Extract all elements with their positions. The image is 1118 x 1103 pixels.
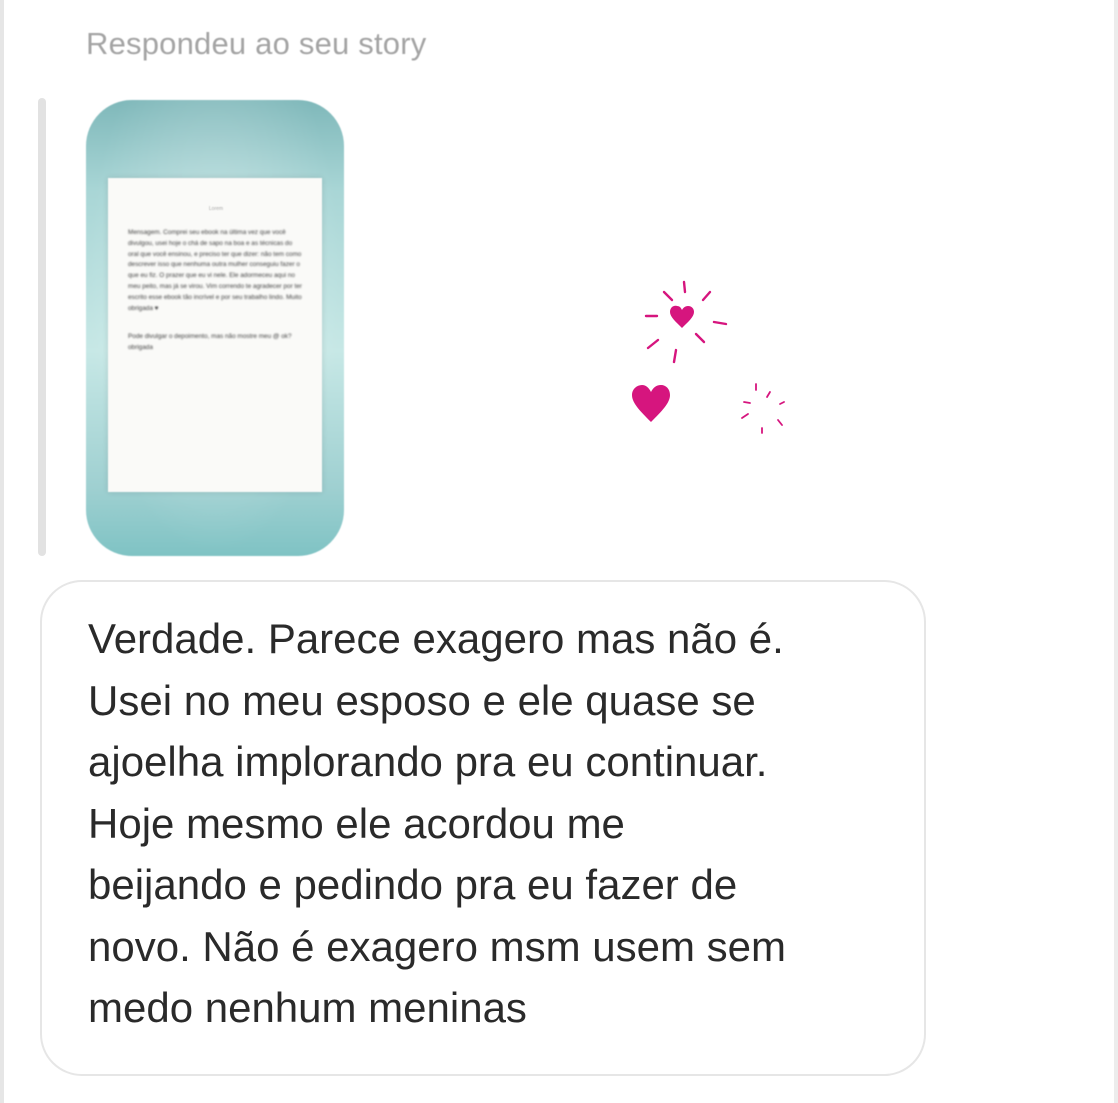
chat-screen: Respondeu ao seu story Lorem Mensagem. C…	[0, 0, 1118, 1103]
story-note-footer: Pode divulgar o depoimento, mas não most…	[128, 333, 292, 352]
sparkle-icon	[741, 383, 785, 434]
story-note-text: Mensagem. Comprei seu ebook na última ve…	[128, 229, 302, 312]
message-bubble[interactable]: Verdade. Parece exagero mas não é. Usei …	[40, 580, 926, 1076]
message-text: Verdade. Parece exagero mas não é. Usei …	[88, 615, 786, 1031]
hearts-sticker	[632, 280, 785, 434]
story-note-title: Lorem	[208, 206, 224, 212]
story-reply-label: Respondeu ao seu story	[86, 26, 427, 61]
quote-bar	[38, 98, 46, 556]
large-heart-icon	[632, 385, 670, 422]
story-note-card: Lorem Mensagem. Comprei seu ebook na últ…	[108, 178, 322, 492]
story-thumbnail[interactable]: Lorem Mensagem. Comprei seu ebook na últ…	[86, 100, 344, 556]
small-heart-icon	[670, 305, 694, 328]
